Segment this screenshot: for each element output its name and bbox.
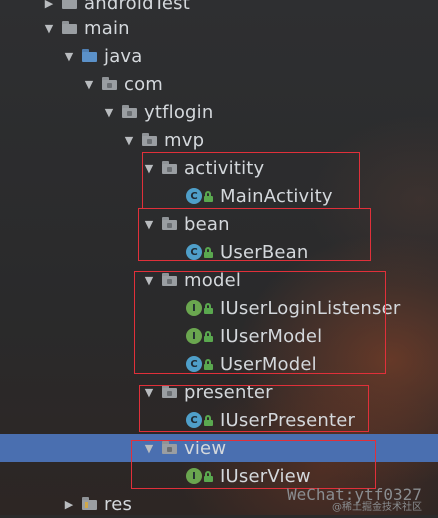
folder-icon — [62, 21, 78, 35]
collapsed-arrow-icon[interactable]: ▶ — [62, 497, 76, 511]
expanded-arrow-icon[interactable]: ▼ — [122, 133, 136, 147]
expanded-arrow-icon[interactable]: ▼ — [42, 21, 56, 35]
package-icon — [142, 133, 158, 147]
folder-icon — [62, 0, 78, 10]
tree-item-label: res — [104, 493, 133, 515]
highlight-box-bean — [138, 208, 371, 261]
tree-item-label: com — [124, 73, 164, 95]
expanded-arrow-icon[interactable]: ▼ — [82, 77, 96, 91]
highlight-box-activitity — [142, 152, 360, 209]
tree-row-mvp[interactable]: ▼ mvp — [0, 126, 438, 154]
tree-row-java[interactable]: ▼ java — [0, 42, 438, 70]
package-icon — [102, 77, 118, 91]
tree-item-label: ytflogin — [144, 101, 214, 123]
tree-row-ytflogin[interactable]: ▼ ytflogin — [0, 98, 438, 126]
tree-item-label: java — [104, 45, 143, 67]
expanded-arrow-icon[interactable]: ▼ — [102, 105, 116, 119]
source-folder-icon — [82, 49, 98, 63]
collapsed-arrow-icon[interactable]: ▶ — [42, 0, 56, 10]
tree-row-com[interactable]: ▼ com — [0, 70, 438, 98]
highlight-box-model — [134, 271, 386, 374]
tree-item-label: mvp — [164, 129, 205, 151]
tree-item-label: main — [84, 17, 130, 39]
expanded-arrow-icon[interactable]: ▼ — [62, 49, 76, 63]
resource-folder-icon — [82, 497, 98, 511]
highlight-box-presenter — [139, 385, 369, 432]
highlight-box-view — [131, 440, 376, 489]
package-icon — [122, 105, 138, 119]
tree-row-main[interactable]: ▼ main — [0, 14, 438, 42]
watermark-subtext: @稀土掘金技术社区 — [332, 502, 422, 513]
tree-item-label: androidTest — [84, 0, 190, 14]
